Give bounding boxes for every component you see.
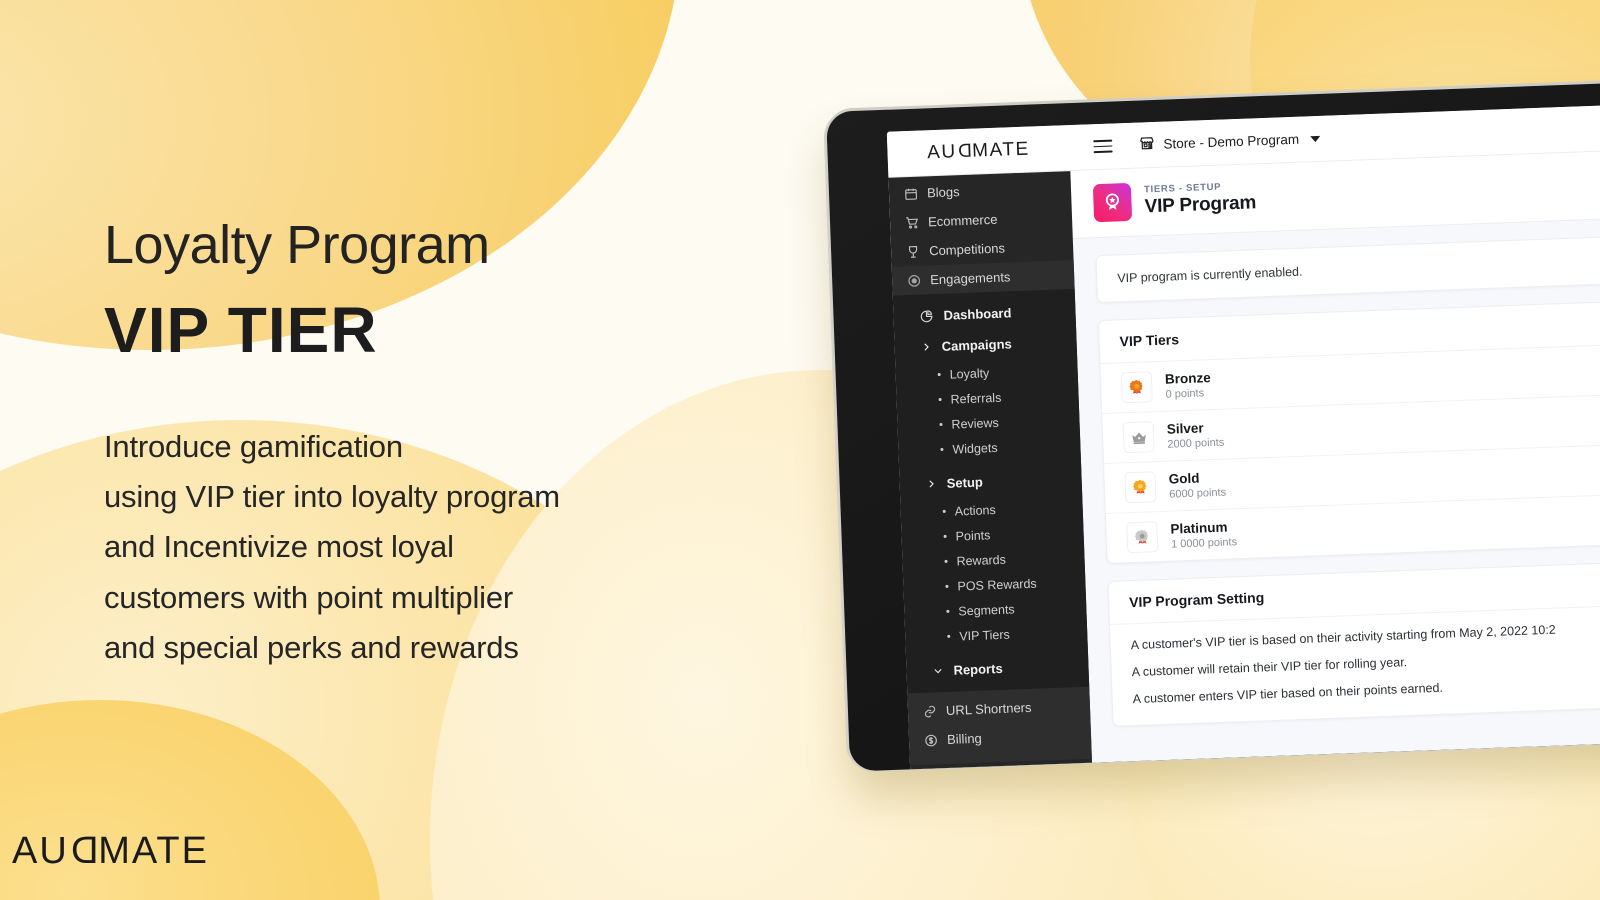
sidebar-group-label: Campaigns: [941, 336, 1012, 354]
sidebar-item-label: Dashboard: [943, 305, 1012, 323]
sidebar-item-label: Engagements: [929, 269, 1011, 288]
pie-chart-icon: [919, 308, 934, 324]
dollar-circle-icon: [923, 732, 939, 748]
chevron-down-icon: [932, 665, 943, 676]
tier-points: 1 0000 points: [1170, 536, 1238, 551]
panel-wrapper: VIP program is currently enabled. VIP Ti…: [1073, 211, 1600, 727]
sidebar-item-label: Loyalty: [949, 365, 990, 382]
marketing-body-line: and special perks and rewards: [104, 629, 519, 665]
status-card: VIP program is currently enabled.: [1095, 228, 1600, 304]
bronze-medal-icon: [1120, 371, 1153, 404]
bullet-icon: [938, 397, 942, 401]
brand-logo-text: AUDMATE: [12, 830, 209, 872]
sidebar-group-label: Setup: [946, 474, 984, 491]
bullet-icon: [937, 372, 941, 376]
bullet-icon: [944, 559, 948, 563]
sidebar-item-label: Ecommerce: [927, 211, 998, 230]
marketing-body-line: using VIP tier into loyalty program: [104, 479, 560, 515]
sidebar-item-label: Rewards: [956, 552, 1007, 569]
tier-name: Bronze: [1164, 370, 1212, 387]
sidebar-bottom-nav: URL Shortners Billing: [907, 686, 1092, 766]
marketing-copy: Loyalty Program VIP TIER Introduce gamif…: [104, 218, 804, 673]
marketing-body: Introduce gamification using VIP tier in…: [104, 422, 804, 673]
sidebar-item-label: URL Shortners: [945, 699, 1032, 718]
tier-points: 6000 points: [1169, 486, 1227, 501]
sidebar-group-label: Reports: [953, 660, 1003, 678]
sidebar-item-label: VIP Tiers: [959, 627, 1010, 643]
calendar-icon: [903, 186, 919, 202]
sidebar-item-label: POS Rewards: [957, 576, 1037, 593]
gold-medal-icon: [1124, 471, 1157, 504]
store-icon: [1138, 135, 1156, 155]
chevron-down-icon: [1309, 135, 1321, 142]
vip-tiers-card: VIP Tiers Bronze 0 points Silver 2000 po…: [1097, 293, 1600, 565]
sidebar-item-label: Reviews: [951, 415, 999, 432]
sidebar-item-vip-tiers[interactable]: VIP Tiers: [905, 619, 1088, 651]
silver-crown-icon: [1122, 421, 1155, 454]
vip-program-setting-card: VIP Program Setting A customer's VIP tie…: [1107, 554, 1600, 727]
platinum-medal-icon: [1126, 521, 1159, 554]
tablet-device: AU D MATE Store - Demo Program Blogs Eco…: [826, 75, 1600, 772]
marketing-body-line: Introduce gamification: [104, 429, 403, 464]
target-icon: [906, 273, 922, 289]
main-content: TIERS - SETUP VIP Program VIP program is…: [1070, 143, 1600, 763]
link-icon: [922, 703, 938, 719]
tier-name: Platinum: [1170, 519, 1228, 537]
sidebar-item-label: Referrals: [950, 390, 1002, 407]
tablet-screen: AU D MATE Store - Demo Program Blogs Eco…: [886, 97, 1600, 770]
sidebar: Blogs Ecommerce Competitions Engagements…: [888, 171, 1093, 770]
chevron-right-icon: [920, 341, 931, 352]
bullet-icon: [946, 609, 950, 613]
status-text: VIP program is currently enabled.: [1117, 264, 1303, 286]
sidebar-item-label: Segments: [958, 601, 1015, 618]
sidebar-item-label: Blogs: [926, 184, 960, 201]
marketing-body-line: and Incentivize most loyal: [104, 529, 454, 565]
sidebar-item-label: Widgets: [952, 440, 998, 457]
bullet-icon: [942, 509, 946, 513]
sidebar-item-label: Actions: [954, 502, 996, 519]
tier-name: Silver: [1166, 420, 1204, 437]
bullet-icon: [943, 534, 947, 538]
bullet-icon: [940, 447, 944, 451]
hamburger-menu-icon[interactable]: [1093, 139, 1113, 154]
marketing-headline: VIP TIER: [104, 294, 378, 366]
app-logo: AU D MATE: [926, 138, 1031, 163]
sidebar-item-billing[interactable]: Billing: [909, 720, 1092, 756]
bullet-icon: [947, 634, 951, 638]
tier-name: Gold: [1168, 470, 1200, 487]
page-title: VIP Program: [1144, 192, 1257, 218]
sidebar-item-label: Points: [955, 527, 991, 544]
tier-points: 0 points: [1165, 387, 1205, 401]
cart-icon: [904, 215, 920, 231]
sidebar-group-reports[interactable]: Reports: [906, 650, 1089, 688]
sidebar-item-label: Billing: [946, 730, 983, 747]
sidebar-item-label: Competitions: [928, 240, 1006, 259]
chevron-right-icon: [926, 478, 937, 489]
trophy-icon: [905, 244, 921, 260]
brand-logo: AUDMATE: [12, 830, 209, 873]
store-selector[interactable]: Store - Demo Program: [1138, 129, 1321, 155]
sidebar-item-widgets[interactable]: Widgets: [898, 432, 1081, 464]
bullet-icon: [939, 422, 943, 426]
store-selector-label: Store - Demo Program: [1163, 131, 1300, 152]
bullet-icon: [945, 584, 949, 588]
engagements-submenu: Dashboard Campaigns Loyalty Referrals Re…: [892, 289, 1090, 694]
marketing-body-line: customers with point multiplier: [104, 579, 514, 615]
award-badge-icon: [1092, 182, 1133, 223]
tier-points: 2000 points: [1167, 436, 1225, 451]
marketing-kicker: Loyalty Program: [104, 215, 490, 275]
